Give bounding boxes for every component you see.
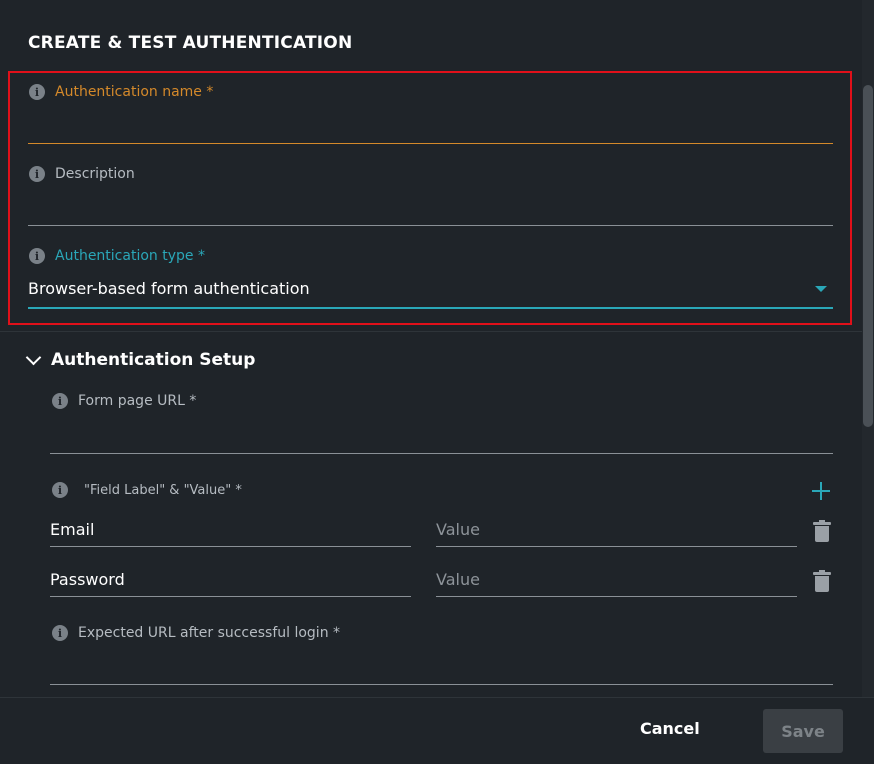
field-label-input-email[interactable]: Email [50,520,410,539]
field-value-underline [436,596,797,597]
trash-lid [813,572,831,575]
field-label-underline [50,596,411,597]
save-button[interactable]: Save [763,709,843,753]
trash-lid [813,522,831,525]
cancel-button[interactable]: Cancel [640,719,700,738]
expected-url-label: i Expected URL after successful login * [52,625,340,641]
trash-can [815,576,829,592]
auth-type-label-text: Authentication type * [55,248,205,264]
delete-pair-email-button[interactable] [813,520,831,542]
field-pairs-label: i "Field Label" & "Value" * [52,482,242,498]
field-label-input-password[interactable]: Password [50,570,410,589]
form-page-url-underline [50,453,833,454]
chevron-down-icon [25,349,42,365]
info-icon[interactable]: i [52,625,68,641]
create-auth-dialog: CREATE & TEST AUTHENTICATION i Authentic… [0,0,874,764]
section-divider [0,331,862,332]
auth-type-underline [28,307,833,309]
auth-setup-toggle[interactable]: Authentication Setup [25,349,256,370]
auth-name-underline [28,143,833,144]
field-value-input-email[interactable]: Value [436,520,796,539]
description-input[interactable] [28,200,833,222]
expected-url-underline [50,684,833,685]
info-icon[interactable]: i [29,248,45,264]
field-value-input-password[interactable]: Value [436,570,796,589]
delete-pair-password-button[interactable] [813,570,831,592]
info-icon[interactable]: i [29,84,45,100]
auth-type-label: i Authentication type * [29,248,205,264]
form-page-url-label-text: Form page URL * [78,393,197,409]
auth-name-label-text: Authentication name * [55,84,214,100]
info-icon[interactable]: i [52,393,68,409]
auth-name-input[interactable] [28,118,833,140]
field-pairs-label-text: "Field Label" & "Value" * [84,482,242,498]
auth-setup-title: Authentication Setup [51,350,256,370]
auth-name-label: i Authentication name * [29,84,213,100]
caret-down-icon[interactable] [815,286,827,292]
trash-can [815,526,829,542]
expected-url-input[interactable] [50,658,833,680]
info-icon[interactable]: i [29,166,45,182]
dialog-title: CREATE & TEST AUTHENTICATION [28,33,353,53]
field-value-underline [436,546,797,547]
field-label-underline [50,546,411,547]
add-field-pair-button[interactable] [811,481,831,501]
auth-type-select[interactable]: Browser-based form authentication [28,279,310,298]
dialog-footer: Cancel Save [0,698,874,764]
description-label: i Description [29,166,135,182]
form-page-url-input[interactable] [50,427,833,449]
description-label-text: Description [55,166,135,182]
info-icon[interactable]: i [52,482,68,498]
scrollbar-thumb[interactable] [863,85,873,427]
description-underline [28,225,833,226]
form-page-url-label: i Form page URL * [52,393,196,409]
expected-url-label-text: Expected URL after successful login * [78,625,341,641]
